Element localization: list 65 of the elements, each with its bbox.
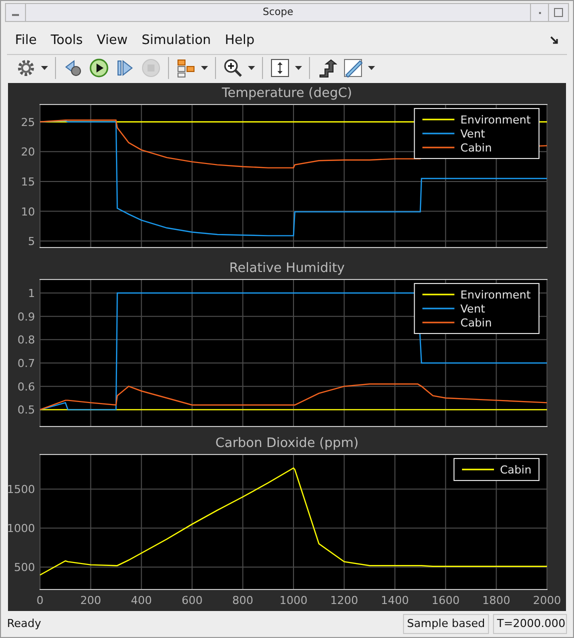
- legend-label: Cabin: [460, 316, 492, 330]
- tick-label: 1500: [8, 482, 35, 496]
- tick-label: 0.8: [18, 333, 35, 346]
- tick-label: 1800: [482, 594, 510, 607]
- tick-label: 0.7: [18, 356, 35, 370]
- tick-label: 0.5: [18, 403, 35, 416]
- tick-label: 1000: [280, 594, 308, 607]
- tick-label: 0: [36, 594, 44, 607]
- status-mode: Sample based: [403, 614, 489, 634]
- tick-label: 0.6: [18, 380, 35, 394]
- tick-label: 1200: [330, 594, 358, 607]
- staircase-arrow-icon: [317, 58, 337, 78]
- step-forward-icon: [115, 58, 135, 78]
- tick-label: 1000: [8, 522, 35, 535]
- caret-icon: [201, 66, 208, 70]
- tick-label: 2000: [533, 594, 561, 607]
- menu-item[interactable]: Tools: [50, 34, 83, 48]
- step-back-icon: [63, 58, 83, 78]
- square-icon: [554, 8, 563, 18]
- stop-icon: [141, 58, 161, 78]
- tick-label: 1: [28, 286, 35, 300]
- tick-label: 1600: [432, 594, 460, 607]
- caret-icon: [295, 66, 302, 70]
- tick-label: 200: [80, 594, 102, 607]
- ruler-icon: [343, 58, 363, 78]
- tick-label: 20: [21, 145, 35, 158]
- tick-label: 1400: [380, 594, 409, 607]
- window-title: Scope: [262, 6, 294, 20]
- menu-item[interactable]: File: [15, 34, 37, 48]
- chart-title: Temperature (degC): [222, 86, 352, 100]
- legend-label: Environment: [460, 113, 531, 126]
- legend-label: Environment: [460, 288, 531, 302]
- menu-item[interactable]: Help: [224, 34, 255, 48]
- run-icon: [89, 58, 109, 78]
- caret-icon: [248, 66, 255, 70]
- tick-label: 0.9: [18, 310, 35, 324]
- tick-label: 500: [14, 560, 35, 574]
- tick-label: 800: [232, 594, 254, 607]
- legend-label: Vent: [460, 302, 486, 316]
- tick-label: 400: [130, 594, 152, 607]
- chart-title: Carbon Dioxide (ppm): [215, 436, 359, 450]
- tick-label: 25: [21, 116, 35, 129]
- caret-icon: [41, 66, 48, 70]
- toolbar-button[interactable]: [269, 57, 303, 80]
- caret-icon: [368, 66, 375, 70]
- status-time: T=2000.000: [493, 614, 567, 634]
- settings-icon: [16, 58, 36, 78]
- tick-label: 15: [21, 175, 35, 188]
- legend-label: Cabin: [500, 463, 532, 476]
- toolbar-button[interactable]: [222, 57, 256, 80]
- zoom-in-icon: [223, 58, 243, 78]
- dash-icon: [12, 14, 19, 16]
- tick-label: 600: [182, 594, 203, 607]
- tick-label: 5: [28, 234, 35, 248]
- toolbar-button[interactable]: [88, 57, 110, 80]
- fit-axes-icon: [270, 58, 290, 78]
- chart-title: Relative Humidity: [229, 262, 345, 276]
- legend-label: Cabin: [460, 141, 492, 154]
- menu-item[interactable]: Simulation: [142, 34, 211, 48]
- dock-arrow-icon: [550, 36, 559, 46]
- layout-icon: [176, 58, 196, 78]
- tick-label: 10: [21, 205, 35, 218]
- status-message: Ready: [7, 616, 42, 632]
- menu-item[interactable]: View: [96, 34, 128, 48]
- legend-label: Vent: [460, 127, 486, 140]
